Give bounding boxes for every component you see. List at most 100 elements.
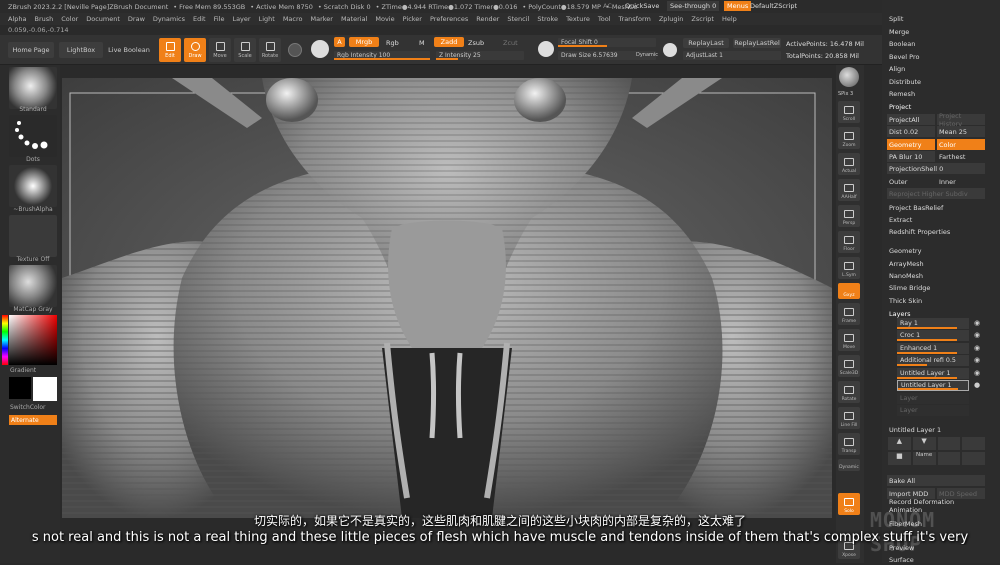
adjust-last-slider[interactable]: AdjustLast 1 [683, 51, 781, 60]
z-intensity-slider[interactable]: Z Intensity 25 [436, 51, 524, 60]
home-page-button[interactable]: Home Page [8, 42, 54, 58]
zcut-button[interactable]: Zcut [503, 39, 518, 47]
boolean-button[interactable]: Boolean [887, 38, 985, 49]
viewport-canvas[interactable] [62, 78, 832, 518]
menu-transform[interactable]: Transform [619, 15, 651, 23]
geometry-section[interactable]: Geometry [887, 245, 985, 256]
aahalf-button[interactable]: AAHalf [838, 179, 860, 201]
pa-blur-slider[interactable]: PA Blur 10 [887, 151, 935, 162]
menu-dynamics[interactable]: Dynamics [153, 15, 185, 23]
menu-draw[interactable]: Draw [128, 15, 145, 23]
menu-zplugin[interactable]: Zplugin [659, 15, 684, 23]
actual-button[interactable]: Actual [838, 153, 860, 175]
bpr-sphere-icon[interactable] [839, 67, 859, 87]
draw-mode-button[interactable]: Draw [184, 38, 206, 62]
m-button[interactable]: M [419, 39, 425, 47]
switch-color-button[interactable]: SwitchColor [10, 404, 58, 411]
material-sphere-icon[interactable] [288, 43, 302, 57]
scale-mode-button[interactable]: Scale [234, 38, 256, 62]
layer-row[interactable]: Ray 1 [897, 318, 969, 329]
dist-slider[interactable]: Dist 0.02 [887, 126, 935, 137]
menu-macro[interactable]: Macro [283, 15, 303, 23]
mean-slider[interactable]: Mean 25 [937, 126, 985, 137]
bevel-pro-button[interactable]: Bevel Pro [887, 51, 985, 62]
menu-zscript[interactable]: Zscript [691, 15, 714, 23]
eye-icon[interactable]: ◉ [974, 369, 980, 377]
extract-button[interactable]: Extract [887, 214, 985, 225]
layer-down-icon[interactable]: ▼ [912, 437, 936, 450]
gxyz-button[interactable]: Gxyz [838, 283, 860, 299]
stroke-s-icon[interactable] [311, 40, 329, 58]
project-section[interactable]: Project [887, 101, 985, 112]
reproject-button[interactable]: Reproject Higher Subdiv [887, 188, 985, 199]
zoom-button[interactable]: Zoom [838, 127, 860, 149]
nanomesh-section[interactable]: NanoMesh [887, 270, 985, 281]
edit-mode-button[interactable]: Edit [159, 38, 181, 62]
menu-help[interactable]: Help [722, 15, 737, 23]
menu-edit[interactable]: Edit [193, 15, 206, 23]
record-icon[interactable]: ● [974, 381, 980, 389]
eye-icon[interactable]: ◉ [974, 356, 980, 364]
lazy-icon[interactable] [663, 43, 677, 57]
texture-thumbnail[interactable] [9, 215, 57, 257]
zadd-button[interactable]: Zadd [434, 37, 464, 47]
live-boolean-button[interactable]: Live Boolean [107, 42, 151, 58]
arraymesh-section[interactable]: ArrayMesh [887, 258, 985, 269]
move-mode-button[interactable]: Move [209, 38, 231, 62]
default-zscript[interactable]: DefaultZScript [750, 2, 797, 10]
transp-button[interactable]: Transp [838, 433, 860, 455]
seethrough-slider[interactable]: See-through 0 [667, 1, 719, 11]
layer-row[interactable]: Croc 1 [897, 330, 969, 341]
merge-button[interactable]: Merge [887, 26, 985, 37]
color-toggle[interactable]: Color [937, 139, 985, 150]
remesh-button[interactable]: Remesh [887, 88, 985, 99]
menu-preferences[interactable]: Preferences [430, 15, 468, 23]
project-all-button[interactable]: ProjectAll [887, 114, 935, 125]
layer-up-icon[interactable]: ▲ [888, 437, 911, 450]
menu-marker[interactable]: Marker [310, 15, 332, 23]
mrgb-button[interactable]: Mrgb [349, 37, 379, 47]
farthest-toggle[interactable]: Farthest [937, 151, 985, 162]
persp-button[interactable]: Persp [838, 205, 860, 227]
eye-icon[interactable]: ◉ [974, 344, 980, 352]
layer-merge-icon[interactable] [962, 437, 985, 450]
dynamic-shelf-button[interactable]: Dynamic [838, 459, 860, 471]
alternate-button[interactable]: Alternate [9, 415, 57, 425]
rgb-intensity-slider[interactable]: Rgb Intensity 100 [334, 51, 430, 60]
lsym-button[interactable]: L.Sym [838, 257, 860, 279]
line-fill-button[interactable]: Line Fill [838, 407, 860, 429]
scroll-button[interactable]: Scroll [838, 101, 860, 123]
rotate-view-button[interactable]: Rotate [838, 381, 860, 403]
redshift-properties-button[interactable]: Redshift Properties [887, 226, 985, 237]
replay-last-rel-button[interactable]: ReplayLastRel [733, 38, 781, 48]
split-button[interactable]: Split [887, 13, 985, 24]
stroke-icon[interactable] [538, 41, 554, 57]
focal-shift-slider[interactable]: Focal Shift 0 [558, 38, 656, 47]
hue-strip[interactable] [2, 315, 8, 365]
thick-skin-section[interactable]: Thick Skin [887, 295, 985, 306]
layer-row-selected[interactable]: Untitled Layer 1 [897, 380, 969, 391]
brush-thumbnail[interactable] [9, 67, 57, 109]
slime-bridge-section[interactable]: Slime Bridge [887, 282, 985, 293]
bake-all-button[interactable]: Bake All [887, 475, 985, 486]
scale3d-button[interactable]: Scale3D [838, 355, 860, 377]
distribute-button[interactable]: Distribute [887, 76, 985, 87]
material-thumbnail[interactable] [9, 265, 57, 307]
project-basrelief-button[interactable]: Project BasRelief [887, 202, 985, 213]
menu-stencil[interactable]: Stencil [507, 15, 529, 23]
layer-stop-icon[interactable]: ■ [888, 452, 911, 465]
geometry-toggle[interactable]: Geometry [887, 139, 935, 150]
quicksave-button[interactable]: QuickSave [625, 2, 659, 10]
spix-label[interactable]: SPix 3 [838, 91, 853, 97]
projection-shell-slider[interactable]: ProjectionShell 0 [887, 163, 985, 174]
current-layer-slider[interactable]: Untitled Layer 1 [887, 424, 985, 435]
layer-row-empty[interactable]: Layer [897, 405, 969, 416]
color-picker[interactable] [9, 315, 57, 365]
rgb-button[interactable]: Rgb [386, 39, 399, 47]
rotate-mode-button[interactable]: Rotate [259, 38, 281, 62]
menu-color[interactable]: Color [61, 15, 78, 23]
layer-row-empty[interactable]: Layer [897, 393, 969, 404]
menu-stroke[interactable]: Stroke [537, 15, 558, 23]
eye-icon[interactable]: ◉ [974, 319, 980, 327]
floor-button[interactable]: Floor [838, 231, 860, 253]
